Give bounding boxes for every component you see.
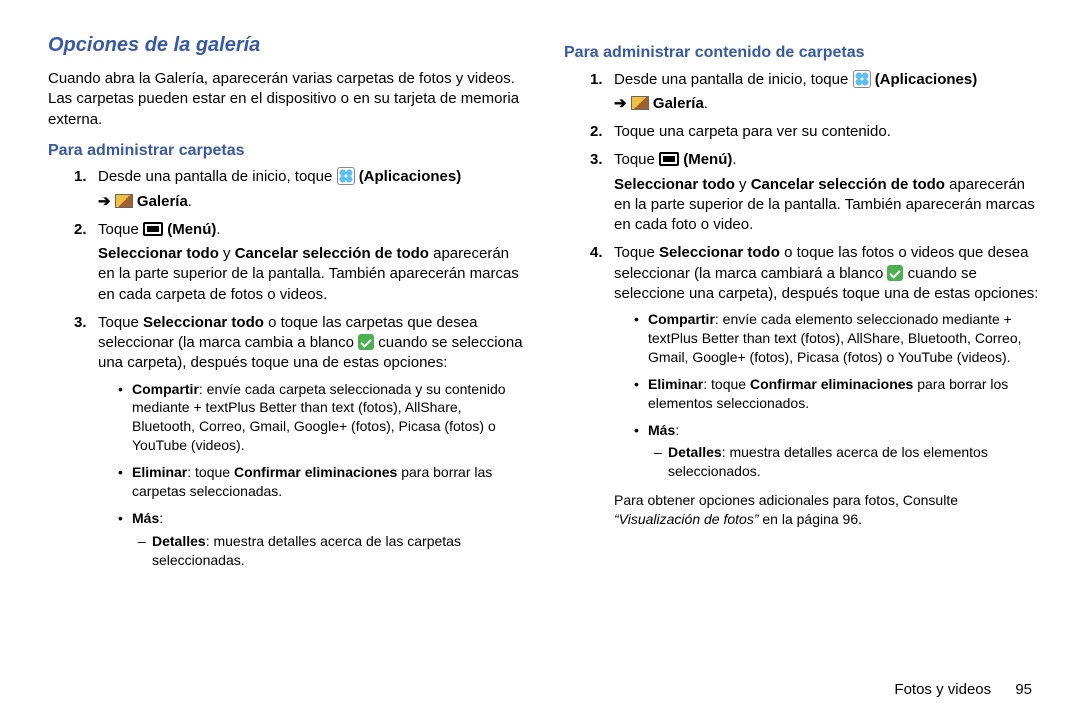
option-more: Más: Detalles: muestra detalles acerca d… [634, 421, 1040, 482]
option-share: Compartir: envíe cada elemento seleccion… [634, 310, 1040, 367]
options-list: Compartir: envíe cada carpeta selecciona… [98, 380, 524, 570]
subheading-manage-content: Para administrar contenido de carpetas [564, 42, 1040, 64]
step-number: 4. [590, 243, 603, 263]
option-delete: Eliminar: toque Confirmar eliminaciones … [118, 463, 524, 501]
step-2-detail: Seleccionar todo y Cancelar selección de… [98, 244, 524, 305]
steps-list: 1. Desde una pantalla de inicio, toque (… [590, 70, 1040, 529]
step-2: 2. Toque (Menú). Seleccionar todo y Canc… [74, 220, 524, 305]
intro-text: Cuando abra la Galería, aparecerán varia… [48, 69, 524, 130]
step-1: 1. Desde una pantalla de inicio, toque (… [74, 167, 524, 212]
footer-section: Fotos y videos [894, 681, 991, 698]
apps-label: (Aplicaciones) [359, 168, 462, 185]
options-list: Compartir: envíe cada elemento seleccion… [614, 310, 1040, 481]
step-1: 1. Desde una pantalla de inicio, toque (… [590, 70, 1040, 115]
option-delete: Eliminar: toque Confirmar eliminaciones … [634, 375, 1040, 413]
step-number: 3. [74, 313, 87, 333]
gallery-label: Galería [137, 193, 188, 210]
menu-icon [143, 222, 163, 236]
step-number: 1. [74, 167, 87, 187]
arrow-icon: ➔ [98, 193, 111, 210]
gallery-icon [631, 96, 649, 110]
arrow-icon: ➔ [614, 95, 627, 112]
step-1-line2: ➔ Galería. [614, 94, 1040, 114]
menu-label: (Menú) [167, 221, 216, 238]
menu-icon [659, 152, 679, 166]
step-4: 4. Toque Seleccionar todo o toque las fo… [590, 243, 1040, 529]
step-number: 1. [590, 70, 603, 90]
step-2: 2. Toque una carpeta para ver su conteni… [590, 122, 1040, 142]
more-details: Detalles: muestra detalles acerca de las… [132, 532, 524, 570]
apps-icon [337, 167, 355, 185]
page-footer: Fotos y videos 95 [894, 681, 1032, 698]
step-text: Desde una pantalla de inicio, toque [98, 168, 337, 185]
check-icon [358, 334, 374, 350]
option-share: Compartir: envíe cada carpeta selecciona… [118, 380, 524, 456]
right-column: Para administrar contenido de carpetas 1… [544, 32, 1040, 700]
footer-page-number: 95 [1015, 681, 1032, 698]
step-number: 2. [74, 220, 87, 240]
step-text: Toque [98, 221, 143, 238]
step-3: 3. Toque Seleccionar todo o toque las ca… [74, 313, 524, 570]
apps-icon [853, 70, 871, 88]
subheading-manage-folders: Para administrar carpetas [48, 140, 524, 162]
section-heading: Opciones de la galería [48, 32, 524, 59]
step-1-line2: ➔ Galería. [98, 192, 524, 212]
step-3: 3. Toque (Menú). Seleccionar todo y Canc… [590, 150, 1040, 235]
step-3-detail: Seleccionar todo y Cancelar selección de… [614, 175, 1040, 236]
gallery-icon [115, 194, 133, 208]
option-more: Más: Detalles: muestra detalles acerca d… [118, 509, 524, 570]
cross-reference: Para obtener opciones adicionales para f… [614, 491, 1040, 529]
step-number: 3. [590, 150, 603, 170]
steps-list: 1. Desde una pantalla de inicio, toque (… [74, 167, 524, 569]
left-column: Opciones de la galería Cuando abra la Ga… [48, 32, 544, 700]
check-icon [887, 265, 903, 281]
more-details: Detalles: muestra detalles acerca de los… [648, 443, 1040, 481]
step-number: 2. [590, 122, 603, 142]
